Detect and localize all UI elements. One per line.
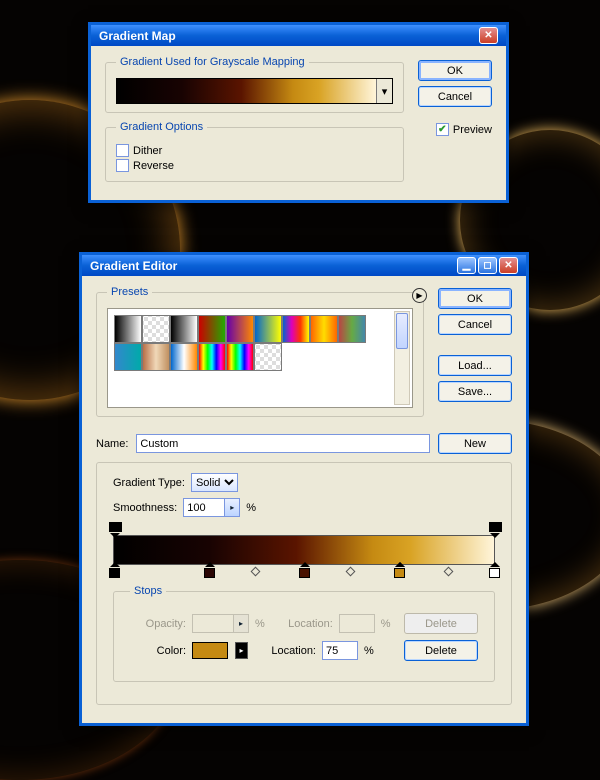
gradient-map-dialog: Gradient Map ✕ Gradient Used for Graysca… [88,22,509,203]
smoothness-label: Smoothness: [113,502,177,514]
close-icon[interactable]: ✕ [499,257,518,274]
smoothness-input[interactable] [183,498,225,517]
opacity-stop[interactable] [489,521,500,535]
gradient-map-title: Gradient Map [99,29,176,43]
opacity-location-input [339,614,375,633]
ok-button[interactable]: OK [438,288,512,309]
close-icon[interactable]: ✕ [479,27,498,44]
mapping-group: Gradient Used for Grayscale Mapping ▾ [105,56,404,113]
preset-swatch[interactable] [114,315,142,343]
preset-swatch[interactable] [198,315,226,343]
location-label: Location: [254,645,316,657]
new-button[interactable]: New [438,433,512,454]
presets-legend: Presets [107,286,152,298]
gradient-editor-titlebar[interactable]: Gradient Editor ▁ ◻ ✕ [82,252,526,276]
gradient-map-titlebar[interactable]: Gradient Map ✕ [91,22,506,46]
color-label: Color: [130,645,186,657]
stops-group: Stops Opacity: ▸ % Location: % Delete Co… [113,585,495,682]
gradient-preview-bar[interactable]: ▾ [116,78,393,104]
preset-swatch[interactable] [254,315,282,343]
preset-swatch[interactable] [226,343,254,371]
preset-swatch[interactable] [226,315,254,343]
gradient-type-select[interactable]: Solid [191,473,238,492]
name-input[interactable] [136,434,430,453]
location-label: Location: [271,618,333,630]
preset-swatch[interactable] [114,343,142,371]
presets-group: Presets ▶ [96,286,424,417]
options-legend: Gradient Options [116,121,207,133]
presets-scrollbar[interactable] [394,311,410,405]
color-swatch[interactable] [192,642,228,659]
cancel-button[interactable]: Cancel [438,314,512,335]
maximize-icon[interactable]: ◻ [478,257,497,274]
preset-swatch[interactable] [282,315,310,343]
chevron-down-icon[interactable]: ▾ [376,79,392,103]
chevron-right-icon[interactable]: ▸ [225,498,240,517]
color-stop[interactable] [299,565,310,579]
chevron-right-icon: ▸ [234,614,249,633]
dither-checkbox[interactable]: Dither [116,143,393,158]
reverse-checkbox[interactable]: Reverse [116,158,393,173]
preset-swatch[interactable] [142,343,170,371]
preset-swatch[interactable] [338,315,366,343]
color-stop[interactable] [394,565,405,579]
gradient-strip[interactable] [113,535,495,565]
preview-checkbox[interactable]: ✔Preview [436,122,492,137]
minimize-icon[interactable]: ▁ [457,257,476,274]
options-group: Gradient Options Dither Reverse [105,121,404,182]
load-button[interactable]: Load... [438,355,512,376]
opacity-input [192,614,234,633]
preset-swatch[interactable] [170,343,198,371]
stops-legend: Stops [130,585,166,597]
color-stop[interactable] [489,565,500,579]
mapping-legend: Gradient Used for Grayscale Mapping [116,56,309,68]
delete-opacity-stop-button: Delete [404,613,478,634]
type-label: Gradient Type: [113,477,185,489]
presets-menu-icon[interactable]: ▶ [412,288,427,303]
gradient-editor-title: Gradient Editor [90,259,177,273]
cancel-button[interactable]: Cancel [418,86,492,107]
preset-swatch[interactable] [170,315,198,343]
delete-color-stop-button[interactable]: Delete [404,640,478,661]
opacity-stop[interactable] [109,521,120,535]
preset-swatch[interactable] [310,315,338,343]
name-label: Name: [96,438,128,450]
gradient-editor-dialog: Gradient Editor ▁ ◻ ✕ Presets ▶ OK Cance… [79,252,529,726]
color-stop[interactable] [204,565,215,579]
preset-swatch[interactable] [198,343,226,371]
save-button[interactable]: Save... [438,381,512,402]
ok-button[interactable]: OK [418,60,492,81]
gradient-settings-group: Gradient Type: Solid Smoothness: ▸ % [96,462,512,705]
preset-swatch[interactable] [142,315,170,343]
opacity-label: Opacity: [130,618,186,630]
color-location-input[interactable] [322,641,358,660]
chevron-right-icon[interactable]: ▸ [235,642,248,659]
presets-panel [107,308,413,408]
color-stop[interactable] [109,565,120,579]
preset-swatch[interactable] [254,343,282,371]
